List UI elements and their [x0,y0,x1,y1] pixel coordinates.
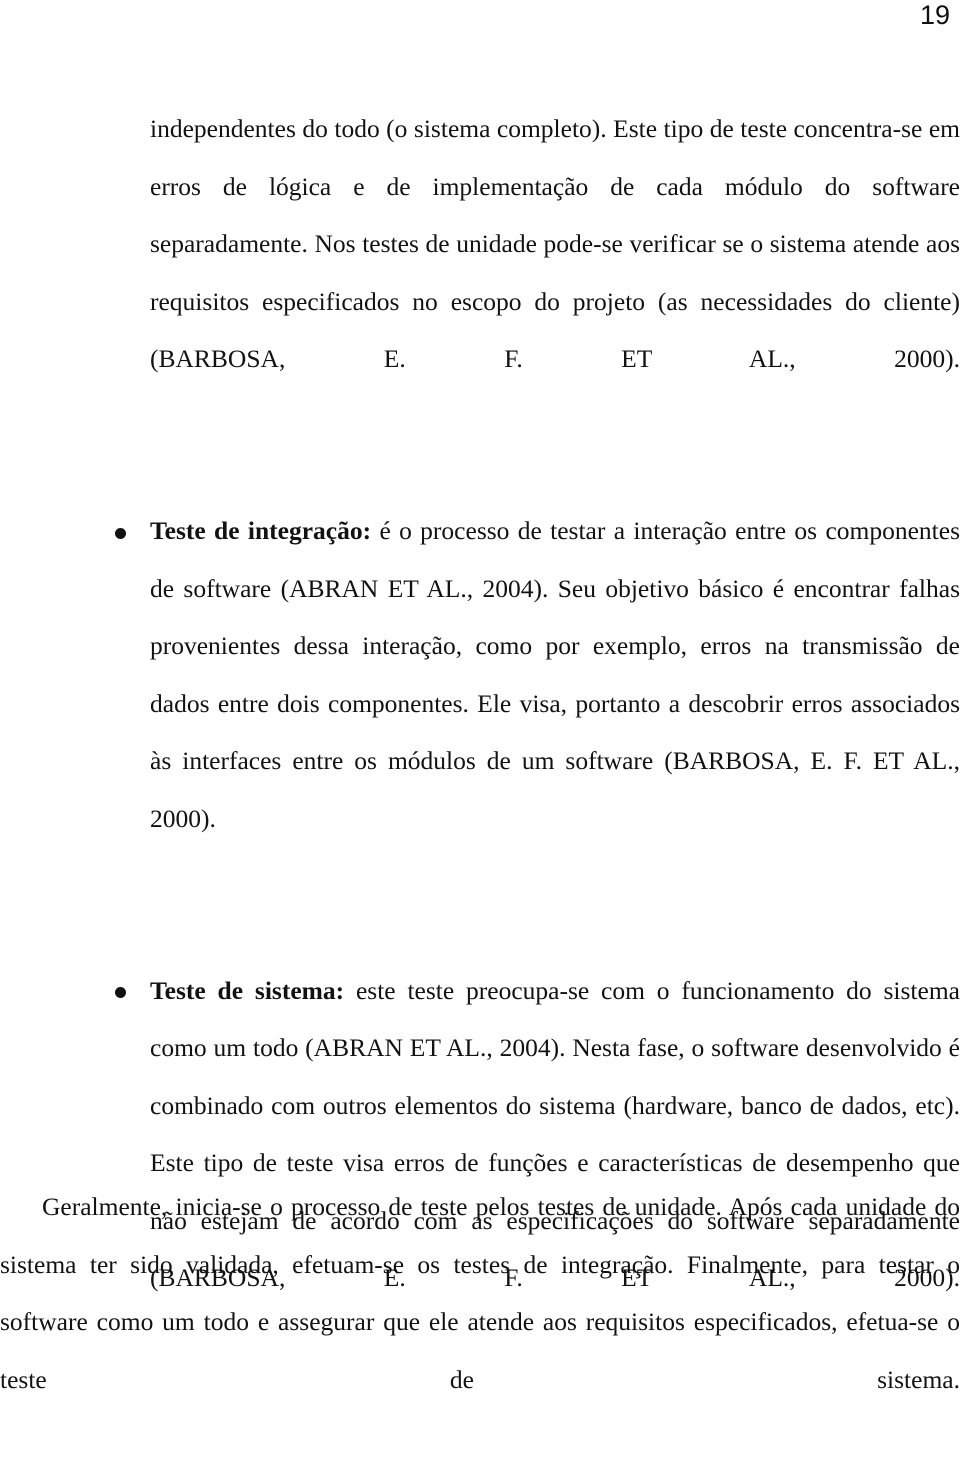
page-number: 19 [919,0,950,30]
paragraph-unit-testing: independentes do todo (o sistema complet… [150,114,960,373]
bullet-lead-integration: Teste de integração: [150,516,372,545]
document-page: 19 independentes do todo (o sistema comp… [0,0,960,1394]
list-item: Teste de integração: é o processo de tes… [114,502,960,905]
paragraph-closing: Geralmente, inicia-se o processo de test… [0,1192,960,1394]
bullet-icon [113,502,127,560]
bullet-icon [113,962,127,1020]
indented-text-column: independentes do todo (o sistema complet… [114,100,960,1364]
closing-text-column: Geralmente, inicia-se o processo de test… [0,1178,960,1466]
bullet-body-integration: é o processo de testar a interação entre… [150,516,960,833]
bullet-lead-system: Teste de sistema: [150,975,345,1005]
bullet-paragraph-integration: Teste de integração: é o processo de tes… [150,502,960,905]
